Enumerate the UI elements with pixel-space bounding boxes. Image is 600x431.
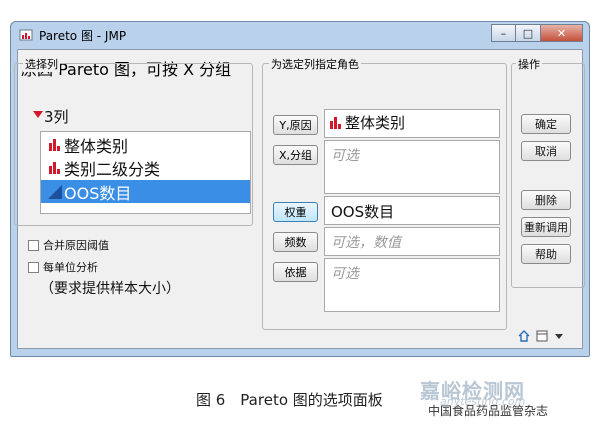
by-button[interactable]: 依据 [273, 262, 318, 282]
ok-button[interactable]: 确定 [521, 114, 571, 134]
minimize-button[interactable]: – [491, 24, 516, 42]
list-item[interactable]: 整体类别 [41, 133, 250, 156]
jmp-app-icon [19, 29, 33, 41]
sample-size-hint: （要求提供样本大小） [40, 281, 180, 297]
status-bar [10, 328, 590, 345]
window-list-icon[interactable] [536, 330, 548, 342]
weight-button[interactable]: 权重 [273, 202, 318, 222]
cancel-button[interactable]: 取消 [521, 141, 571, 161]
y-cause-value: 整体类别 [329, 112, 405, 133]
by-slot[interactable]: 可选 [324, 258, 500, 312]
recall-button[interactable]: 重新调用 [521, 217, 571, 237]
column-list[interactable]: 整体类别 类别二级分类 OOS数目 [40, 131, 251, 214]
select-columns-legend: 选择列 [23, 56, 60, 72]
per-unit-analysis-checkbox[interactable]: 每单位分析 [28, 259, 98, 275]
checkbox-label: 合并原因阈值 [43, 239, 109, 252]
checkbox-label: 每单位分析 [43, 261, 98, 274]
list-item-label: 整体类别 [64, 136, 129, 156]
column-count: 3列 [44, 108, 69, 126]
x-grouping-placeholder: 可选 [331, 148, 359, 164]
title-bar: Pareto 图 - JMP – □ ✕ [11, 22, 589, 48]
y-cause-slot[interactable]: 整体类别 [324, 109, 500, 138]
nominal-bar-icon [330, 116, 341, 129]
nominal-bar-icon [49, 138, 60, 151]
chevron-down-icon[interactable] [554, 331, 564, 341]
y-cause-value-text: 整体类别 [345, 114, 406, 132]
weight-slot[interactable]: OOS数目 [324, 196, 500, 225]
weight-value-text: OOS数目 [331, 203, 395, 221]
y-cause-button[interactable]: Y,原因 [273, 115, 318, 135]
actions-legend: 操作 [516, 56, 542, 72]
combine-causes-checkbox[interactable]: 合并原因阈值 [28, 237, 109, 253]
by-placeholder: 可选 [331, 266, 359, 282]
close-button[interactable]: ✕ [541, 24, 583, 42]
list-item-selected[interactable]: OOS数目 [41, 180, 250, 203]
maximize-button[interactable]: □ [516, 24, 541, 42]
list-item-label: 类别二级分类 [64, 159, 161, 179]
continuous-triangle-icon [48, 184, 62, 199]
frequency-button[interactable]: 频数 [273, 232, 318, 252]
x-grouping-button[interactable]: X,分组 [273, 145, 318, 165]
nominal-bar-icon [49, 161, 60, 174]
help-button[interactable]: 帮助 [521, 244, 571, 264]
frequency-placeholder: 可选，数值 [331, 235, 401, 251]
home-icon[interactable] [518, 330, 530, 342]
x-grouping-slot[interactable]: 可选 [324, 140, 500, 194]
watermark-source: 中国食品药品监管杂志 [428, 404, 549, 418]
weight-value: OOS数目 [331, 201, 394, 222]
frequency-slot[interactable]: 可选，数值 [324, 227, 500, 256]
list-item-label: OOS数目 [64, 183, 132, 203]
list-item[interactable]: 类别二级分类 [41, 156, 250, 179]
checkbox-box[interactable] [28, 261, 39, 273]
window-title: Pareto 图 - JMP [39, 29, 127, 43]
remove-button[interactable]: 删除 [521, 190, 571, 210]
checkbox-box[interactable] [28, 239, 39, 251]
cast-roles-legend: 为选定列指定角色 [269, 56, 361, 72]
figure-caption: 图 6 Pareto 图的选项面板 [196, 391, 383, 409]
red-triangle-menu-icon[interactable] [33, 111, 43, 118]
